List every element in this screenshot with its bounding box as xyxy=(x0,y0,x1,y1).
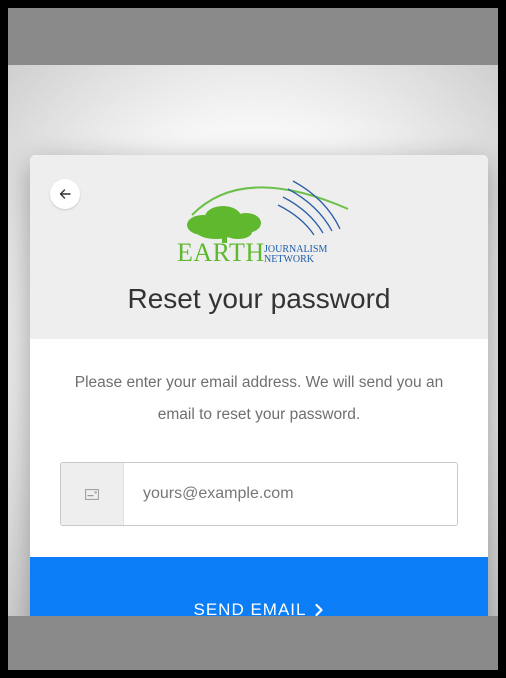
email-icon-box xyxy=(61,463,124,525)
card-header: EARTH Journalism Network Reset your pass… xyxy=(30,155,488,339)
logo-earth-text: EARTH xyxy=(177,238,265,267)
page-title: Reset your password xyxy=(127,283,391,314)
logo-subtitle: Journalism Network xyxy=(264,245,327,265)
email-card-icon xyxy=(85,488,99,500)
browser-frame: EARTH Journalism Network Reset your pass… xyxy=(8,8,498,670)
earth-journalism-network-logo: EARTH Journalism Network xyxy=(168,169,358,269)
instructions-text: Please enter your email address. We will… xyxy=(74,374,444,423)
page-backdrop: EARTH Journalism Network Reset your pass… xyxy=(8,65,498,663)
logo-subtitle-line2: Network xyxy=(264,254,314,265)
reset-password-card: EARTH Journalism Network Reset your pass… xyxy=(30,155,488,663)
back-button[interactable] xyxy=(50,179,80,209)
email-input[interactable] xyxy=(143,463,443,525)
email-field xyxy=(60,462,458,526)
chevron-right-icon xyxy=(314,603,324,617)
arrow-left-icon xyxy=(59,189,71,199)
bottom-gray-band xyxy=(8,616,498,670)
